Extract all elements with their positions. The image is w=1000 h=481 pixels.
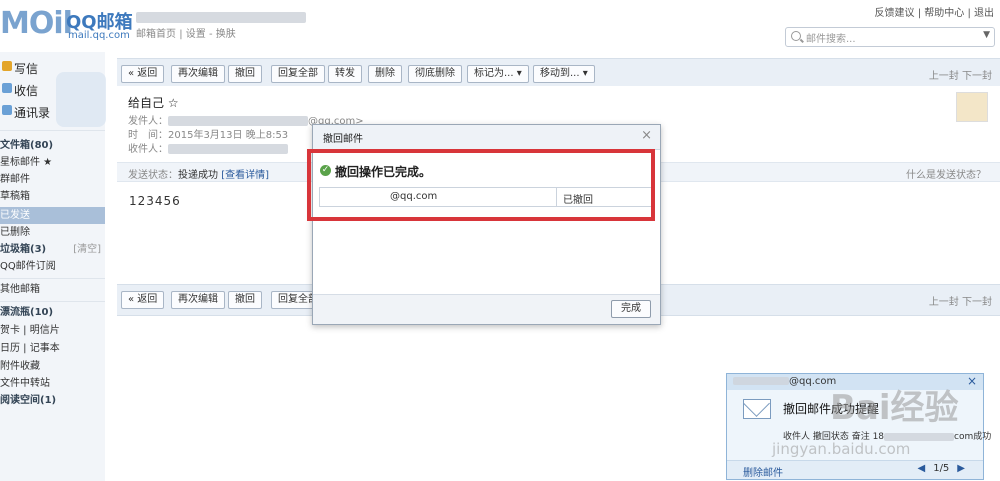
feedback-link[interactable]: 反馈建议 <box>875 8 915 19</box>
recall-notification: @qq.com × 撤回邮件成功提醒 收件人 撤回状态 奋注 18 com成功 删… <box>726 373 991 480</box>
edit-again-button[interactable]: 再次编辑 <box>171 65 225 83</box>
notification-header: @qq.com × <box>727 374 983 390</box>
search-input[interactable]: 邮件搜索... ▼ <box>785 27 995 47</box>
help-link[interactable]: 帮助中心 <box>924 8 964 19</box>
close-icon[interactable]: × <box>967 374 977 388</box>
edit-again-button[interactable]: 再次编辑 <box>171 291 225 309</box>
sidebar-item-calendar[interactable]: 日历 | 记事本 <box>0 340 105 357</box>
next-icon[interactable]: ▶ <box>957 463 965 474</box>
empty-spam-link[interactable]: [清空] <box>73 241 101 258</box>
settings-link[interactable]: 设置 <box>186 29 206 40</box>
forward-button[interactable]: 转发 <box>328 65 362 83</box>
recall-button[interactable]: 撤回 <box>228 65 262 83</box>
divider <box>0 301 105 302</box>
mail-body: 123456 <box>129 194 181 208</box>
sidebar-item-other-mailboxes[interactable]: 其他邮箱 <box>0 281 105 298</box>
sidebar-item-spam[interactable]: 垃圾箱(3) [清空] <box>0 241 105 258</box>
highlight-box <box>307 149 655 221</box>
prev-next-nav[interactable]: 上一封 下一封 <box>929 293 992 308</box>
notification-title: 撤回邮件成功提醒 <box>783 402 880 416</box>
close-icon[interactable]: × <box>641 128 652 143</box>
receive-button[interactable]: 收信 <box>0 80 105 101</box>
mail-subject: 给自己 ☆ <box>128 96 179 110</box>
prev-next-nav[interactable]: 上一封 下一封 <box>929 67 992 82</box>
sidebar-item-drift-bottle[interactable]: 漂流瓶(10) <box>0 304 105 321</box>
back-button[interactable]: « 返回 <box>121 291 165 309</box>
reply-all-button[interactable]: 回复全部 <box>271 65 325 83</box>
logout-link[interactable]: 退出 <box>974 8 994 19</box>
status-details-link[interactable]: [查看详情] <box>221 170 269 181</box>
sidebar-item-file-transfer[interactable]: 文件中转站 <box>0 375 105 392</box>
delete-button[interactable]: 删除 <box>368 65 402 83</box>
search-icon <box>791 31 801 41</box>
contacts-icon <box>2 105 12 115</box>
dialog-header: 撤回邮件 × <box>313 125 660 150</box>
recall-button[interactable]: 撤回 <box>228 291 262 309</box>
dialog-title: 撤回邮件 <box>323 134 363 145</box>
sidebar-item-group-mail[interactable]: 群邮件 <box>0 171 105 188</box>
account-links: 邮箱首页 | 设置 - 换肤 <box>136 29 236 40</box>
logo-mark: MOil <box>0 6 73 41</box>
header: MOil QQ邮箱 mail.qq.com 邮箱首页 | 设置 - 换肤 反馈建… <box>0 0 1000 52</box>
notification-pager: ◀ 1/5 ▶ <box>914 463 970 474</box>
notification-from: @qq.com <box>733 376 836 387</box>
sidebar-item-attachments[interactable]: 附件收藏 <box>0 358 105 375</box>
status-label: 发送状态： <box>128 170 178 181</box>
sidebar-item-deleted[interactable]: 已删除 <box>0 224 105 241</box>
time-row: 时 间：2015年3月13日 晚上8:53 <box>128 130 289 141</box>
recipient-row: 收件人： <box>128 140 288 155</box>
inbox-icon <box>2 83 12 93</box>
prev-icon[interactable]: ◀ <box>918 463 926 474</box>
sidebar-item-cards[interactable]: 贺卡 | 明信片 <box>0 322 105 339</box>
contacts-button[interactable]: 通讯录 <box>0 102 105 123</box>
divider <box>0 130 105 131</box>
sidebar-item-sent[interactable]: 已发送 <box>0 207 105 224</box>
search-placeholder: 邮件搜索... <box>806 34 856 45</box>
top-links: 反馈建议 | 帮助中心 | 退出 <box>874 8 995 19</box>
envelope-icon <box>743 399 771 419</box>
status-value: 投递成功 <box>178 170 218 181</box>
sidebar-item-subscriptions[interactable]: QQ邮件订阅 <box>0 258 105 275</box>
skin-link[interactable]: 换肤 <box>216 29 236 40</box>
sidebar-item-starred[interactable]: 星标邮件 ★ <box>0 154 105 171</box>
contacts-label: 通讯录 <box>14 106 51 120</box>
done-button[interactable]: 完成 <box>611 300 651 318</box>
notification-footer: 删除邮件 ◀ 1/5 ▶ <box>727 460 983 479</box>
sidebar-item-drafts[interactable]: 草稿箱 <box>0 188 105 205</box>
compose-label: 写信 <box>14 62 39 76</box>
page-indicator: 1/5 <box>933 463 950 474</box>
notification-detail: 收件人 撤回状态 奋注 18 com成功 <box>783 432 992 442</box>
sidebar-item-reading-space[interactable]: 阅读空间(1) <box>0 392 105 409</box>
receive-label: 收信 <box>14 84 39 98</box>
sidebar-item-inbox[interactable]: 文件箱(80) <box>0 137 105 154</box>
mark-as-dropdown[interactable]: 标记为... ▾ <box>467 65 529 83</box>
compose-button[interactable]: 写信 <box>0 58 105 79</box>
account-name <box>136 10 306 24</box>
logo-domain: mail.qq.com <box>68 30 130 41</box>
move-to-dropdown[interactable]: 移动到... ▾ <box>533 65 595 83</box>
status-help-link[interactable]: 什么是发送状态？ <box>906 166 986 181</box>
chevron-down-icon[interactable]: ▼ <box>983 30 990 40</box>
mailbox-home-link[interactable]: 邮箱首页 <box>136 29 176 40</box>
dialog-footer: 完成 <box>313 294 660 324</box>
delete-permanently-button[interactable]: 彻底删除 <box>408 65 462 83</box>
sender-avatar <box>956 92 988 122</box>
delete-mail-link[interactable]: 删除邮件 <box>743 464 783 479</box>
back-button[interactable]: « 返回 <box>121 65 165 83</box>
sidebar: 写信 收信 通讯录 文件箱(80) 星标邮件 ★ 群邮件 草稿箱 已发送 已删除… <box>0 52 106 481</box>
divider <box>0 278 105 279</box>
pencil-icon <box>2 61 12 71</box>
